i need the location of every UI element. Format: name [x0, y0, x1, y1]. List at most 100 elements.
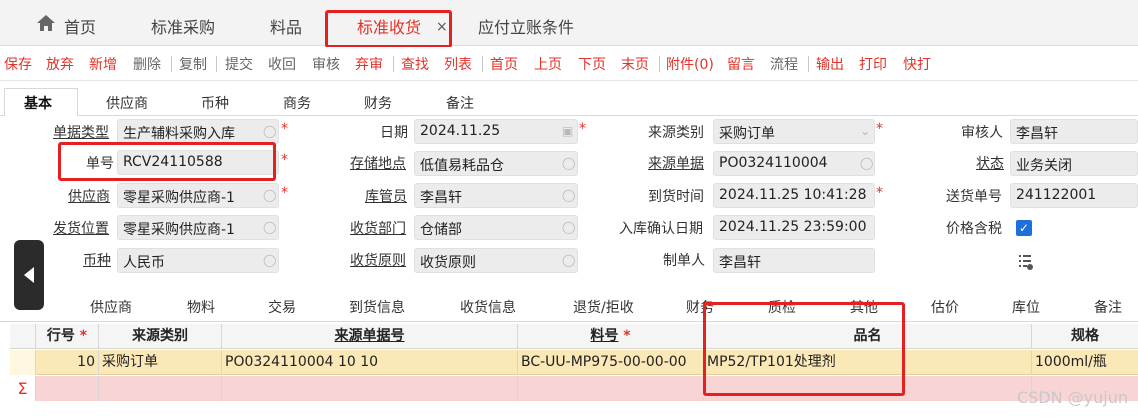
attachment-button[interactable]: 附件(0)	[666, 54, 714, 74]
tab-payable-terms[interactable]: 应付立账条件	[478, 14, 574, 38]
column-header-source-doc-no[interactable]: 来源单据号	[222, 324, 518, 349]
table-row[interactable]: 10 采购订单 PO0324110004 10 10 BC-UU-MP975-0…	[10, 350, 1138, 375]
arrival-time-field[interactable]: 2024.11.25 10:41:28	[713, 183, 875, 208]
tab-valuation[interactable]: 估价	[931, 297, 959, 317]
date-field[interactable]: 2024.11.25	[414, 119, 578, 144]
delivery-no-field[interactable]: 241122001	[1010, 183, 1138, 208]
doc-type-field[interactable]: 生产辅料采购入库	[117, 119, 279, 144]
print-button[interactable]: 打印	[859, 54, 887, 74]
message-button[interactable]: 留言	[727, 54, 755, 74]
ship-location-field[interactable]: 零星采购供应商-1	[117, 215, 279, 240]
calendar-icon[interactable]: ▣	[562, 124, 573, 138]
currency-field[interactable]: 人民币	[117, 248, 279, 273]
tab-transaction[interactable]: 交易	[268, 297, 296, 317]
search-icon[interactable]: ◯	[562, 253, 575, 267]
quick-print-button[interactable]: 快打	[903, 54, 931, 74]
discard-button[interactable]: 放弃	[46, 54, 74, 74]
receiving-rule-field[interactable]: 收货原则	[414, 248, 578, 273]
cell-item-code[interactable]: BC-UU-MP975-00-00-00	[518, 350, 704, 375]
watermark: CSDN @yujun	[1016, 388, 1128, 407]
tab-basic[interactable]: 基本	[24, 93, 52, 113]
storage-label[interactable]: 存储地点	[350, 153, 406, 173]
save-button[interactable]: 保存	[4, 54, 32, 74]
status-field[interactable]: 业务关闭	[1010, 151, 1138, 176]
prev-page-button[interactable]: 上页	[534, 54, 562, 74]
keeper-field[interactable]: 李昌轩	[414, 183, 578, 208]
tab-receiving-info[interactable]: 收货信息	[460, 297, 516, 317]
list-settings-icon[interactable]	[1018, 253, 1034, 271]
tab-arrival-info[interactable]: 到货信息	[349, 297, 405, 317]
search-icon[interactable]: ◯	[263, 124, 276, 138]
export-button[interactable]: 输出	[816, 54, 844, 74]
confirm-date-field[interactable]: 2024.11.25 23:59:00	[713, 215, 875, 240]
unapprove-button[interactable]: 弃审	[355, 54, 383, 74]
tab-items[interactable]: 料品	[270, 14, 302, 38]
approve-button[interactable]: 审核	[312, 54, 340, 74]
sum-cell	[222, 376, 518, 401]
doc-type-label[interactable]: 单据类型	[53, 122, 109, 142]
delete-button[interactable]: 删除	[133, 54, 161, 74]
source-type-select[interactable]: 采购订单	[713, 119, 875, 144]
search-icon[interactable]: ◯	[562, 188, 575, 202]
tab-remarks[interactable]: 备注	[1094, 297, 1122, 317]
tab-supplier[interactable]: 供应商	[106, 93, 148, 113]
confirm-date-label: 入库确认日期	[619, 221, 703, 237]
cell-spec[interactable]: 1000ml/瓶	[1032, 350, 1138, 375]
receiving-rule-label[interactable]: 收货原则	[350, 250, 406, 270]
tab-currency[interactable]: 币种	[201, 93, 229, 113]
search-icon[interactable]: ◯	[562, 220, 575, 234]
new-button[interactable]: 新增	[89, 54, 117, 74]
search-icon[interactable]: ◯	[860, 156, 873, 170]
search-icon[interactable]: ◯	[263, 253, 276, 267]
submit-button[interactable]: 提交	[225, 54, 253, 74]
ship-location-label[interactable]: 发货位置	[53, 218, 109, 238]
workflow-button[interactable]: 流程	[770, 54, 798, 74]
cell-row-no[interactable]: 10	[36, 350, 99, 375]
receiving-dept-label[interactable]: 收货部门	[350, 218, 406, 238]
storage-field[interactable]: 低值易耗品仓	[414, 151, 578, 176]
tab-location[interactable]: 库位	[1012, 297, 1040, 317]
column-header-spec[interactable]: 规格	[1032, 324, 1138, 349]
tab-material[interactable]: 物料	[187, 297, 215, 317]
chevron-down-icon[interactable]: ⌄	[860, 124, 870, 138]
search-icon[interactable]: ◯	[562, 156, 575, 170]
source-doc-label[interactable]: 来源单据	[648, 153, 704, 173]
price-tax-checkbox[interactable]: ✓	[1016, 220, 1032, 236]
receiving-dept-field[interactable]: 仓储部	[414, 215, 578, 240]
tab-return-reject[interactable]: 退货/拒收	[573, 297, 634, 317]
home-icon[interactable]	[36, 14, 56, 32]
find-button[interactable]: 查找	[401, 54, 429, 74]
first-page-button[interactable]: 首页	[490, 54, 518, 74]
highlight-box	[325, 10, 452, 48]
last-page-button[interactable]: 末页	[621, 54, 649, 74]
tab-supplier[interactable]: 供应商	[90, 297, 132, 317]
currency-label[interactable]: 币种	[83, 250, 111, 270]
creator-field[interactable]: 李昌轩	[713, 248, 875, 273]
search-icon[interactable]: ◯	[263, 188, 276, 202]
required-mark: *	[579, 121, 586, 137]
tab-remarks[interactable]: 备注	[446, 93, 474, 113]
supplier-label[interactable]: 供应商	[68, 186, 110, 206]
tab-business[interactable]: 商务	[283, 93, 311, 113]
column-header-item-code[interactable]: 料号 *	[518, 324, 704, 349]
auditor-field[interactable]: 李昌轩	[1010, 119, 1138, 144]
next-page-button[interactable]: 下页	[578, 54, 606, 74]
creator-label: 制单人	[663, 253, 705, 269]
status-label[interactable]: 状态	[976, 153, 1004, 173]
tab-standard-purchase[interactable]: 标准采购	[151, 14, 215, 38]
keeper-label[interactable]: 库管员	[365, 186, 407, 206]
auditor-label: 审核人	[961, 125, 1003, 141]
column-header-source-type[interactable]: 来源类别	[99, 324, 222, 349]
toolbar-separator	[171, 56, 172, 72]
recall-button[interactable]: 收回	[268, 54, 296, 74]
supplier-field[interactable]: 零星采购供应商-1	[117, 183, 279, 208]
list-button[interactable]: 列表	[444, 54, 472, 74]
cell-source-type[interactable]: 采购订单	[99, 350, 222, 375]
source-doc-field[interactable]: PO0324110004	[713, 151, 875, 176]
search-icon[interactable]: ◯	[263, 220, 276, 234]
tab-home[interactable]: 首页	[64, 14, 96, 38]
column-header-row-no[interactable]: 行号 *	[36, 324, 99, 349]
copy-button[interactable]: 复制	[179, 54, 207, 74]
cell-source-doc-no[interactable]: PO0324110004 10 10	[222, 350, 518, 375]
tab-finance[interactable]: 财务	[364, 93, 392, 113]
